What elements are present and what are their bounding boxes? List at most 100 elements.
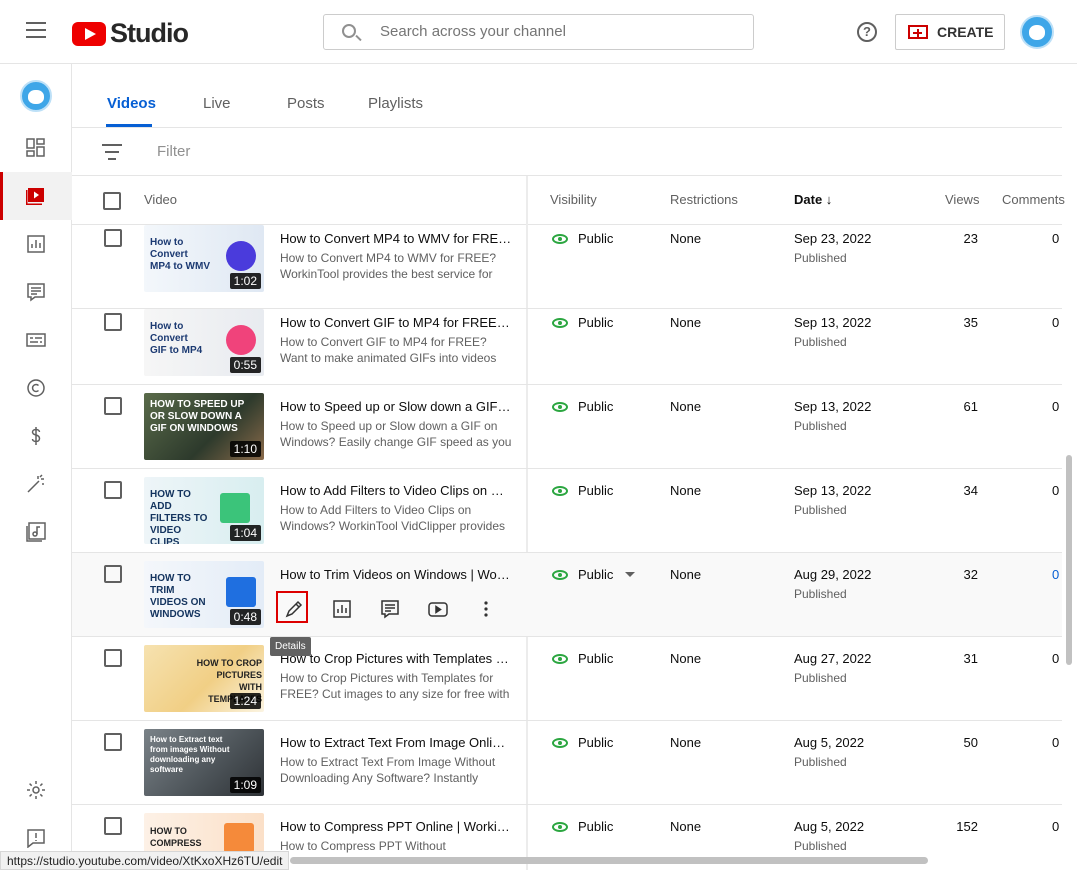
create-label: CREATE — [937, 24, 994, 40]
visibility-cell[interactable]: Public — [552, 315, 613, 330]
comments-button[interactable] — [376, 595, 404, 623]
table-row[interactable]: HOW TO SPEED UP OR SLOW DOWN A GIF ON WI… — [72, 385, 1062, 469]
tab-bar: Videos Live Posts Playlists — [72, 64, 1062, 128]
sidebar-item-copyright[interactable] — [0, 364, 72, 412]
table-row[interactable]: How to Convert GIF to MP4 0:55 How to Co… — [72, 301, 1062, 385]
column-comments[interactable]: Comments — [1002, 192, 1065, 207]
visibility-cell[interactable]: Public — [552, 231, 613, 246]
row-checkbox[interactable] — [104, 313, 122, 331]
help-icon[interactable]: ? — [857, 22, 877, 42]
video-thumbnail[interactable]: How to Convert GIF to MP4 0:55 — [144, 309, 264, 376]
comments-cell[interactable]: 0 — [1052, 567, 1059, 582]
visibility-cell[interactable]: Public — [552, 399, 613, 414]
filter-input[interactable]: Filter — [157, 143, 190, 160]
video-title[interactable]: How to Convert MP4 to WMV for FREE | Wor… — [280, 231, 512, 246]
comments-cell[interactable]: 0 — [1052, 399, 1059, 414]
video-title[interactable]: How to Speed up or Slow down a GIF on Wi… — [280, 399, 512, 414]
sidebar-item-comments[interactable] — [0, 268, 72, 316]
analytics-button[interactable] — [328, 595, 356, 623]
filter-icon[interactable] — [102, 144, 122, 160]
video-thumbnail[interactable]: HOW TO ADD FILTERS TO VIDEO CLIPS 1:04 — [144, 477, 264, 544]
view-on-youtube-button[interactable] — [424, 595, 452, 623]
row-checkbox[interactable] — [104, 397, 122, 415]
video-thumbnail[interactable]: HOW TO SPEED UP OR SLOW DOWN A GIF ON WI… — [144, 393, 264, 460]
table-row[interactable]: How to Convert MP4 to WMV 1:02 How to Co… — [72, 225, 1062, 309]
row-checkbox[interactable] — [104, 481, 122, 499]
sidebar-item-content[interactable] — [0, 172, 72, 220]
sidebar-item-subtitles[interactable] — [0, 316, 72, 364]
tab-posts[interactable]: Posts — [287, 95, 325, 112]
search-input[interactable] — [380, 23, 720, 40]
video-title[interactable]: How to Crop Pictures with Templates for … — [280, 651, 512, 666]
column-restrictions[interactable]: Restrictions — [670, 192, 738, 207]
sidebar-item-audio-library[interactable] — [0, 508, 72, 556]
gear-icon — [27, 781, 45, 799]
tab-live[interactable]: Live — [203, 95, 231, 112]
details-button[interactable] — [276, 591, 308, 623]
row-checkbox[interactable] — [104, 229, 122, 247]
table-row[interactable]: HOW TO TRIM VIDEOS ON WINDOWS 0:48 How t… — [72, 553, 1062, 637]
horizontal-scrollbar[interactable] — [290, 857, 928, 864]
row-checkbox[interactable] — [104, 565, 122, 583]
channel-avatar[interactable] — [20, 80, 52, 112]
comments-cell[interactable]: 0 — [1052, 315, 1059, 330]
video-thumbnail[interactable]: HOW TO CROP PICTURES WITH TEMPLATES 1:24 — [144, 645, 264, 712]
filter-bar[interactable]: Filter — [72, 128, 1062, 176]
row-checkbox[interactable] — [104, 733, 122, 751]
column-views[interactable]: Views — [945, 192, 979, 207]
comments-cell[interactable]: 0 — [1052, 735, 1059, 750]
video-thumbnail[interactable]: HOW TO TRIM VIDEOS ON WINDOWS 0:48 — [144, 561, 264, 628]
column-date[interactable]: Date ↓ — [794, 192, 832, 207]
date-cell: Sep 13, 2022 — [794, 399, 872, 414]
tab-videos[interactable]: Videos — [107, 95, 156, 112]
table-row[interactable]: HOW TO ADD FILTERS TO VIDEO CLIPS 1:04 H… — [72, 469, 1062, 553]
tab-playlists[interactable]: Playlists — [368, 95, 423, 112]
comments-cell[interactable]: 0 — [1052, 231, 1059, 246]
views-cell: 34 — [963, 483, 978, 498]
column-video: Video — [144, 192, 178, 207]
sidebar-item-customization[interactable] — [0, 460, 72, 508]
menu-icon[interactable] — [26, 22, 46, 40]
video-title[interactable]: How to Add Filters to Video Clips on Win… — [280, 483, 512, 498]
video-title[interactable]: How to Compress PPT Online | WorkinTool — [280, 819, 512, 834]
video-thumbnail[interactable]: How to Extract text from images Without … — [144, 729, 264, 796]
visibility-cell[interactable]: Public — [552, 483, 613, 498]
visibility-cell[interactable]: Public — [552, 735, 613, 750]
comments-cell[interactable]: 0 — [1052, 651, 1059, 666]
visibility-label: Public — [578, 315, 614, 330]
comments-cell[interactable]: 0 — [1052, 819, 1059, 834]
video-thumbnail[interactable]: How to Convert MP4 to WMV 1:02 — [144, 225, 264, 292]
row-checkbox[interactable] — [104, 649, 122, 667]
sidebar-item-earn[interactable] — [0, 412, 72, 460]
visibility-cell[interactable]: Public — [552, 567, 636, 582]
options-button[interactable] — [472, 595, 500, 623]
column-visibility[interactable]: Visibility — [550, 192, 597, 207]
top-bar: Studio ? CREATE — [0, 0, 1077, 64]
video-title[interactable]: How to Extract Text From Image Online fo… — [280, 735, 512, 750]
create-button[interactable]: CREATE — [895, 14, 1005, 50]
row-checkbox[interactable] — [104, 817, 122, 835]
video-duration: 1:24 — [229, 693, 261, 709]
vertical-scrollbar[interactable] — [1066, 455, 1072, 665]
table-row[interactable]: How to Extract text from images Without … — [72, 721, 1062, 805]
video-title[interactable]: How to Trim Videos on Windows | WorkinTo… — [280, 567, 512, 582]
table-row[interactable]: HOW TO CROP PICTURES WITH TEMPLATES 1:24… — [72, 637, 1062, 721]
comments-icon — [381, 600, 399, 619]
search-box[interactable] — [323, 14, 754, 50]
visibility-cell[interactable]: Public — [552, 819, 613, 834]
play-icon — [226, 577, 256, 607]
more-vert-icon — [484, 601, 488, 617]
sidebar-item-dashboard[interactable] — [0, 124, 72, 172]
sidebar-item-analytics[interactable] — [0, 220, 72, 268]
visibility-dropdown-icon[interactable] — [625, 572, 636, 577]
account-avatar[interactable] — [1020, 15, 1054, 49]
select-all-checkbox[interactable] — [103, 192, 121, 210]
comments-cell[interactable]: 0 — [1052, 483, 1059, 498]
sidebar-item-settings[interactable] — [0, 766, 72, 814]
studio-logo[interactable]: Studio — [72, 18, 189, 49]
video-description: How to Extract Text From Image Without D… — [280, 755, 496, 785]
content-icon — [26, 188, 44, 205]
eye-icon — [552, 653, 568, 664]
visibility-cell[interactable]: Public — [552, 651, 613, 666]
video-title[interactable]: How to Convert GIF to MP4 for FREE | Wor… — [280, 315, 512, 330]
